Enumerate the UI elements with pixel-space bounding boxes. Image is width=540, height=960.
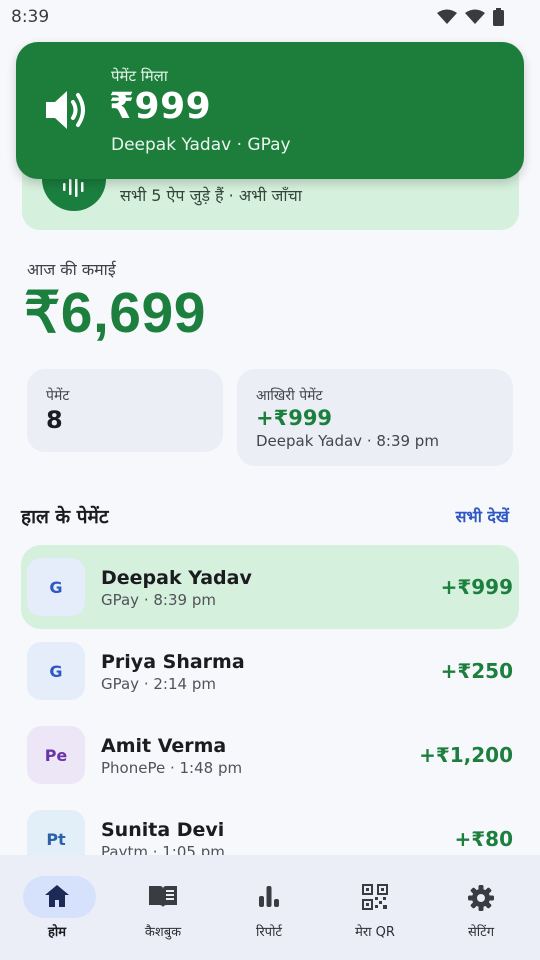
status-time: 8:39 <box>11 7 50 27</box>
book-icon <box>149 886 177 907</box>
nav-settings-label: सेटिंग <box>467 925 495 940</box>
gear-icon <box>468 885 494 911</box>
nav-home-label: होम <box>47 925 67 940</box>
payment-amount: +₹1,200 <box>419 743 513 767</box>
payer-name: Priya Sharma <box>101 651 245 673</box>
status-bar: 8:39 <box>0 0 540 34</box>
speaker-icon <box>46 91 85 129</box>
nav-my-qr[interactable]: मेरा QR <box>335 875 415 945</box>
nav-my-qr-label: मेरा QR <box>355 925 395 940</box>
nav-cashbook-label: कैशबुक <box>144 925 182 940</box>
avatar: G <box>27 558 85 616</box>
payment-count-label: पेमेंट <box>46 388 70 404</box>
payment-amount: +₹999 <box>440 575 513 599</box>
payment-row[interactable]: G Priya Sharma GPay · 2:14 pm +₹250 <box>21 629 519 713</box>
qr-code-icon <box>362 884 388 910</box>
nav-home[interactable]: होम <box>17 875 97 945</box>
banner-title: पेमेंट मिला <box>111 67 168 85</box>
wifi-icon <box>465 9 485 24</box>
payer-name: Sunita Devi <box>101 819 225 841</box>
nav-cashbook[interactable]: कैशबुक <box>123 875 203 945</box>
payment-amount: +₹80 <box>454 827 513 851</box>
payer-name: Amit Verma <box>101 735 227 757</box>
avatar: Pe <box>27 726 85 784</box>
bottom-navigation: होम कैशबुक रिपोर्ट मेरा QR सेटिंग <box>0 855 540 960</box>
home-icon <box>45 885 69 907</box>
payment-row[interactable]: G Deepak Yadav GPay · 8:39 pm +₹999 <box>21 545 519 629</box>
payment-details: GPay · 8:39 pm <box>101 591 216 609</box>
earnings-label: आज की कमाई <box>27 260 116 279</box>
recent-payments-title: हाल के पेमेंट <box>21 506 109 528</box>
nav-report-label: रिपोर्ट <box>256 925 282 940</box>
wifi-icon <box>437 9 457 24</box>
payment-details: Paytm · 1:05 pm <box>101 843 225 855</box>
payment-count-card: पेमेंट 8 <box>27 369 223 452</box>
last-payment-label: आखिरी पेमेंट <box>256 388 323 404</box>
status-icons <box>437 8 504 26</box>
payment-details: PhonePe · 1:48 pm <box>101 759 243 777</box>
last-payment-amount: +₹999 <box>256 406 333 430</box>
payer-name: Deepak Yadav <box>101 567 252 589</box>
payment-amount: +₹250 <box>440 659 513 683</box>
payment-row[interactable]: Pe Amit Verma PhonePe · 1:48 pm +₹1,200 <box>21 713 519 797</box>
payment-row[interactable]: Pt Sunita Devi Paytm · 1:05 pm +₹80 <box>21 797 519 855</box>
bar-chart-icon <box>259 886 279 907</box>
last-payment-details: Deepak Yadav · 8:39 pm <box>256 432 439 450</box>
listener-status-text: सभी 5 ऐप जुड़े हैं · अभी जाँचा <box>120 186 302 205</box>
avatar: G <box>27 642 85 700</box>
earnings-amount: ₹6,699 <box>24 281 206 345</box>
payment-received-banner[interactable]: पेमेंट मिला ₹999 Deepak Yadav · GPay <box>16 42 524 179</box>
see-all-link[interactable]: सभी देखें <box>456 505 509 527</box>
recent-payments-list[interactable]: G Deepak Yadav GPay · 8:39 pm +₹999 G Pr… <box>0 544 540 855</box>
payment-details: GPay · 2:14 pm <box>101 675 216 693</box>
avatar: Pt <box>27 810 85 855</box>
banner-subtitle: Deepak Yadav · GPay <box>111 135 291 155</box>
battery-icon <box>493 8 504 26</box>
last-payment-card: आखिरी पेमेंट +₹999 Deepak Yadav · 8:39 p… <box>237 369 513 466</box>
banner-amount: ₹999 <box>109 86 212 127</box>
nav-report[interactable]: रिपोर्ट <box>229 875 309 945</box>
nav-settings[interactable]: सेटिंग <box>441 875 521 945</box>
payment-count-value: 8 <box>46 406 63 434</box>
